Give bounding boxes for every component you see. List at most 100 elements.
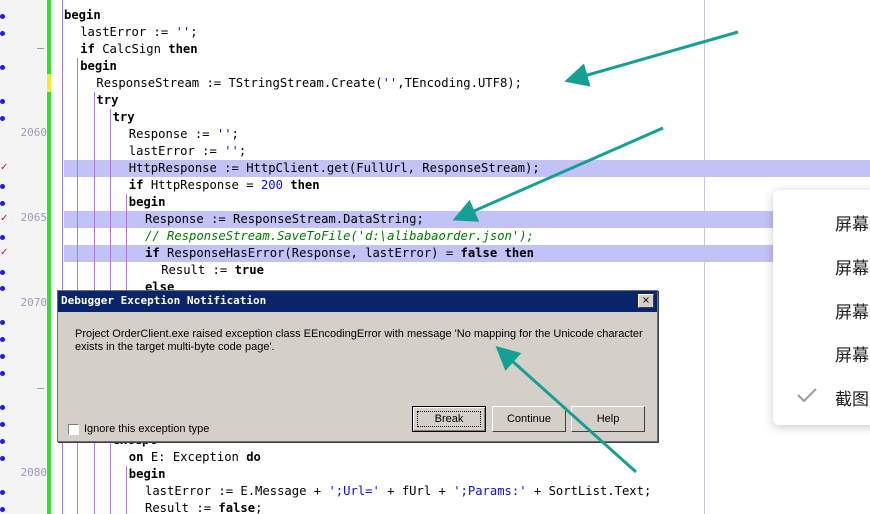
unsaved-lines-bar — [47, 74, 51, 92]
code-token: ResponseHasError(Response, lastError) = — [159, 246, 461, 260]
indent-guide — [126, 466, 127, 514]
executable-line-dot[interactable] — [0, 184, 5, 189]
code-token: ,TEncoding.UTF8); — [397, 76, 522, 90]
executable-line-dot[interactable] — [0, 116, 5, 121]
code-token: if — [128, 178, 144, 192]
code-line[interactable]: // ResponseStream.SaveToFile('d:\alibaba… — [145, 228, 534, 245]
line-number: 2060 — [20, 126, 48, 139]
executable-line-dot[interactable] — [0, 65, 5, 70]
executable-line-dot[interactable] — [0, 320, 5, 325]
code-line[interactable]: begin — [80, 58, 117, 75]
code-token: do — [246, 450, 261, 464]
executable-line-dot[interactable] — [0, 456, 5, 461]
code-line[interactable]: ResponseStream := TStringStream.Create('… — [96, 75, 522, 92]
code-token: false — [460, 246, 498, 260]
code-token: lastError := — [128, 144, 225, 158]
code-token: ; — [231, 127, 239, 141]
executable-line-dot[interactable] — [0, 354, 5, 359]
executable-line-dot[interactable] — [0, 99, 5, 104]
code-line[interactable]: lastError := ''; — [129, 143, 246, 160]
code-line[interactable]: try — [96, 92, 118, 109]
code-token: then — [290, 178, 320, 192]
indent-guide — [126, 194, 127, 294]
code-line[interactable]: begin — [64, 7, 101, 24]
code-token: begin — [128, 467, 166, 481]
checkmark-icon — [797, 388, 817, 402]
code-token: if — [80, 42, 95, 56]
executable-line-dot[interactable] — [0, 422, 5, 427]
help-button-label: Help — [596, 413, 620, 425]
code-line[interactable]: begin — [129, 466, 166, 483]
menu-item-screen[interactable]: 屏幕 — [835, 254, 869, 279]
executable-line-dot[interactable] — [0, 235, 5, 240]
code-line[interactable]: if CalcSign then — [80, 41, 197, 58]
exception-message: Project OrderClient.exe raised exception… — [75, 328, 643, 353]
close-button[interactable]: × — [638, 294, 654, 308]
menu-item-screen[interactable]: 屏幕 — [835, 298, 869, 323]
executable-line-dot[interactable] — [0, 507, 5, 512]
exception-dialog: Debugger Exception Notification × Projec… — [57, 290, 658, 442]
fold-marker[interactable] — [37, 388, 44, 389]
code-token: HttpResponse = — [143, 178, 261, 192]
code-token: ResponseStream := TStringStream.Create( — [96, 76, 383, 90]
menu-item-screenshot[interactable]: 截图 — [835, 385, 869, 410]
executable-line-dot[interactable] — [0, 270, 5, 275]
executable-line-dot[interactable] — [0, 286, 5, 291]
code-token: + SortList.Text; — [526, 484, 652, 498]
help-button[interactable]: Help — [571, 406, 645, 432]
code-line[interactable]: begin — [129, 194, 166, 211]
code-line[interactable]: try — [113, 109, 135, 126]
code-token: ; — [255, 501, 263, 514]
continue-button[interactable]: Continue — [492, 406, 566, 432]
code-token: '' — [224, 144, 239, 158]
code-token: // ResponseStream.SaveToFile('d:\alibaba… — [145, 229, 534, 243]
code-token: Response := ResponseStream.DataString; — [145, 212, 424, 226]
code-token: lastError := E.Message + — [145, 484, 329, 498]
code-line[interactable]: Result := false; — [145, 500, 262, 514]
code-line[interactable]: Response := ResponseStream.DataString; — [145, 211, 424, 228]
code-token: begin — [64, 8, 101, 22]
breakpoint-icon[interactable]: ✓ — [0, 214, 8, 224]
code-line[interactable]: lastError := E.Message + ';Url=' + fUrl … — [145, 483, 651, 500]
line-number: 2065 — [20, 211, 48, 224]
code-token: ; — [238, 144, 247, 158]
code-token: + fUrl + — [379, 484, 454, 498]
code-token: on — [128, 450, 144, 464]
context-menu: 屏幕 屏幕 屏幕 屏幕 截图 — [773, 190, 870, 425]
code-line[interactable]: on E: Exception do — [129, 449, 261, 466]
code-token: if — [145, 246, 160, 260]
dialog-title-bar[interactable]: Debugger Exception Notification × — [58, 291, 657, 312]
line-number: 2080 — [20, 466, 48, 479]
code-token: then — [168, 42, 198, 56]
code-token: begin — [80, 59, 117, 73]
executable-line-dot[interactable] — [0, 201, 5, 206]
code-token: HttpResponse := HttpClient.get(FullUrl, … — [128, 161, 540, 175]
executable-line-dot[interactable] — [0, 490, 5, 495]
code-token: '' — [382, 76, 398, 90]
executable-line-dot[interactable] — [0, 337, 5, 342]
breakpoint-icon[interactable]: ✓ — [0, 248, 8, 258]
executable-line-dot[interactable] — [0, 405, 5, 410]
code-token: E: Exception — [143, 450, 247, 464]
menu-item-screen[interactable]: 屏幕 — [835, 210, 869, 235]
fold-marker[interactable] — [37, 48, 44, 49]
breakpoint-icon[interactable]: ✓ — [0, 163, 8, 173]
menu-item-screen[interactable]: 屏幕 — [835, 341, 869, 366]
ignore-exception-label[interactable]: Ignore this exception type — [84, 423, 209, 435]
code-token: true — [234, 263, 264, 277]
code-line[interactable]: HttpResponse := HttpClient.get(FullUrl, … — [129, 160, 540, 177]
code-line[interactable]: if ResponseHasError(Response, lastError)… — [145, 245, 534, 262]
code-line[interactable]: Result := true — [161, 262, 264, 279]
code-line[interactable]: lastError := ''; — [80, 24, 197, 41]
code-line[interactable]: Response := ''; — [129, 126, 239, 143]
executable-line-dot[interactable] — [0, 371, 5, 376]
break-button[interactable]: Break — [412, 406, 486, 432]
code-token: 200 — [260, 178, 283, 192]
code-token: ';Url=' — [328, 484, 380, 498]
ignore-exception-checkbox[interactable] — [68, 424, 79, 435]
code-line[interactable]: if HttpResponse = 200 then — [129, 177, 320, 194]
executable-line-dot[interactable] — [0, 14, 5, 19]
executable-line-dot[interactable] — [0, 31, 5, 36]
executable-line-dot[interactable] — [0, 439, 5, 444]
code-token: begin — [128, 195, 166, 209]
